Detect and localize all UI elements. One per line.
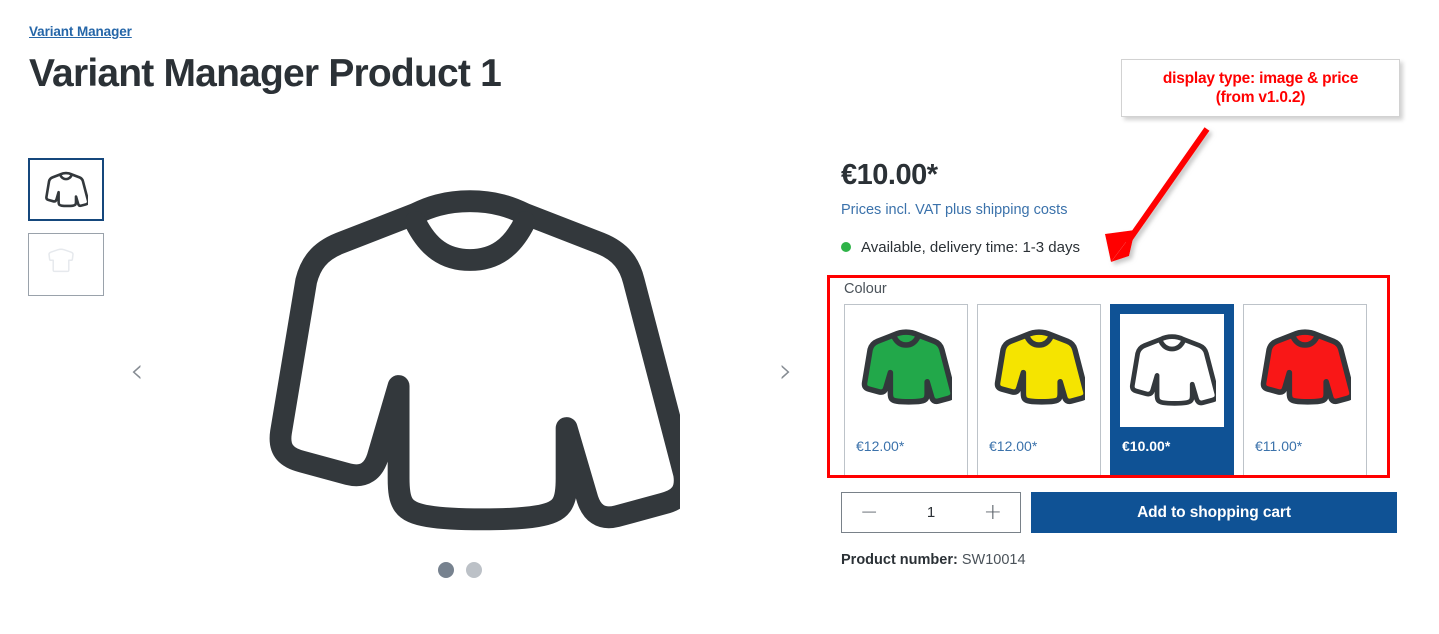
variant-price-red: €11.00*	[1255, 438, 1303, 454]
annotation-callout: display type: image & price (from v1.0.2…	[1121, 59, 1400, 117]
quantity-stepper[interactable]: − 1 +	[841, 492, 1021, 533]
variant-image-red	[1250, 309, 1360, 427]
quantity-increase-button[interactable]: +	[984, 501, 1002, 524]
variant-swatch-list: €12.00* €12.00* €10.00* €11.00*	[844, 304, 1381, 476]
purchase-controls: − 1 + Add to shopping cart	[841, 492, 1397, 533]
variant-option-yellow[interactable]: €12.00*	[977, 304, 1101, 476]
variant-option-green[interactable]: €12.00*	[844, 304, 968, 476]
carousel-dot-2[interactable]	[466, 562, 482, 578]
thumbnail-placeholder[interactable]	[28, 233, 104, 296]
add-to-cart-button[interactable]: Add to shopping cart	[1031, 492, 1397, 533]
quantity-decrease-button[interactable]: −	[860, 501, 878, 524]
thumbnail-strip	[28, 158, 106, 308]
variant-selector: Colour €12.00* €12.00* €10.00* €11.00*	[844, 281, 1381, 476]
variant-image-yellow	[984, 309, 1094, 427]
variant-price-green: €12.00*	[856, 438, 905, 454]
variant-image-green	[851, 309, 961, 427]
variant-option-red[interactable]: €11.00*	[1243, 304, 1367, 476]
carousel-dot-1[interactable]	[438, 562, 454, 578]
variant-price-white: €10.00*	[1122, 438, 1171, 454]
carousel-dots	[438, 562, 482, 578]
thumbnail-sweater-white[interactable]	[28, 158, 104, 221]
availability-text: Available, delivery time: 1-3 days	[861, 238, 1080, 256]
variant-option-white[interactable]: €10.00*	[1110, 304, 1234, 476]
sweater-icon	[44, 170, 88, 210]
annotation-line-2: (from v1.0.2)	[1215, 89, 1306, 106]
carousel-prev-icon[interactable]: ‹	[130, 354, 144, 388]
product-number-value: SW10014	[961, 552, 1026, 568]
product-number-label: Product number:	[841, 552, 958, 568]
variant-group-label: Colour	[844, 281, 887, 297]
page-title: Variant Manager Product 1	[29, 52, 502, 95]
variant-price-yellow: €12.00*	[989, 438, 1038, 454]
sweater-icon-large	[260, 165, 680, 565]
buy-box: €10.00* Prices incl. VAT plus shipping c…	[841, 159, 1401, 256]
tax-shipping-note: Prices incl. VAT plus shipping costs	[841, 201, 1068, 218]
product-detail-page: Variant Manager Variant Manager Product …	[0, 0, 1439, 634]
main-product-image[interactable]	[200, 150, 740, 580]
availability-dot-icon	[841, 242, 851, 253]
availability-row: Available, delivery time: 1-3 days	[841, 239, 1401, 256]
quantity-input[interactable]: 1	[878, 504, 983, 521]
breadcrumb-variant-manager[interactable]: Variant Manager	[29, 24, 132, 39]
variant-image-white	[1120, 314, 1224, 427]
carousel-next-icon[interactable]: ›	[779, 354, 793, 388]
product-number: Product number: SW10014	[841, 552, 1026, 568]
tshirt-placeholder-icon	[46, 246, 76, 274]
annotation-line-1: display type: image & price	[1162, 69, 1359, 87]
product-price: €10.00*	[841, 159, 938, 191]
